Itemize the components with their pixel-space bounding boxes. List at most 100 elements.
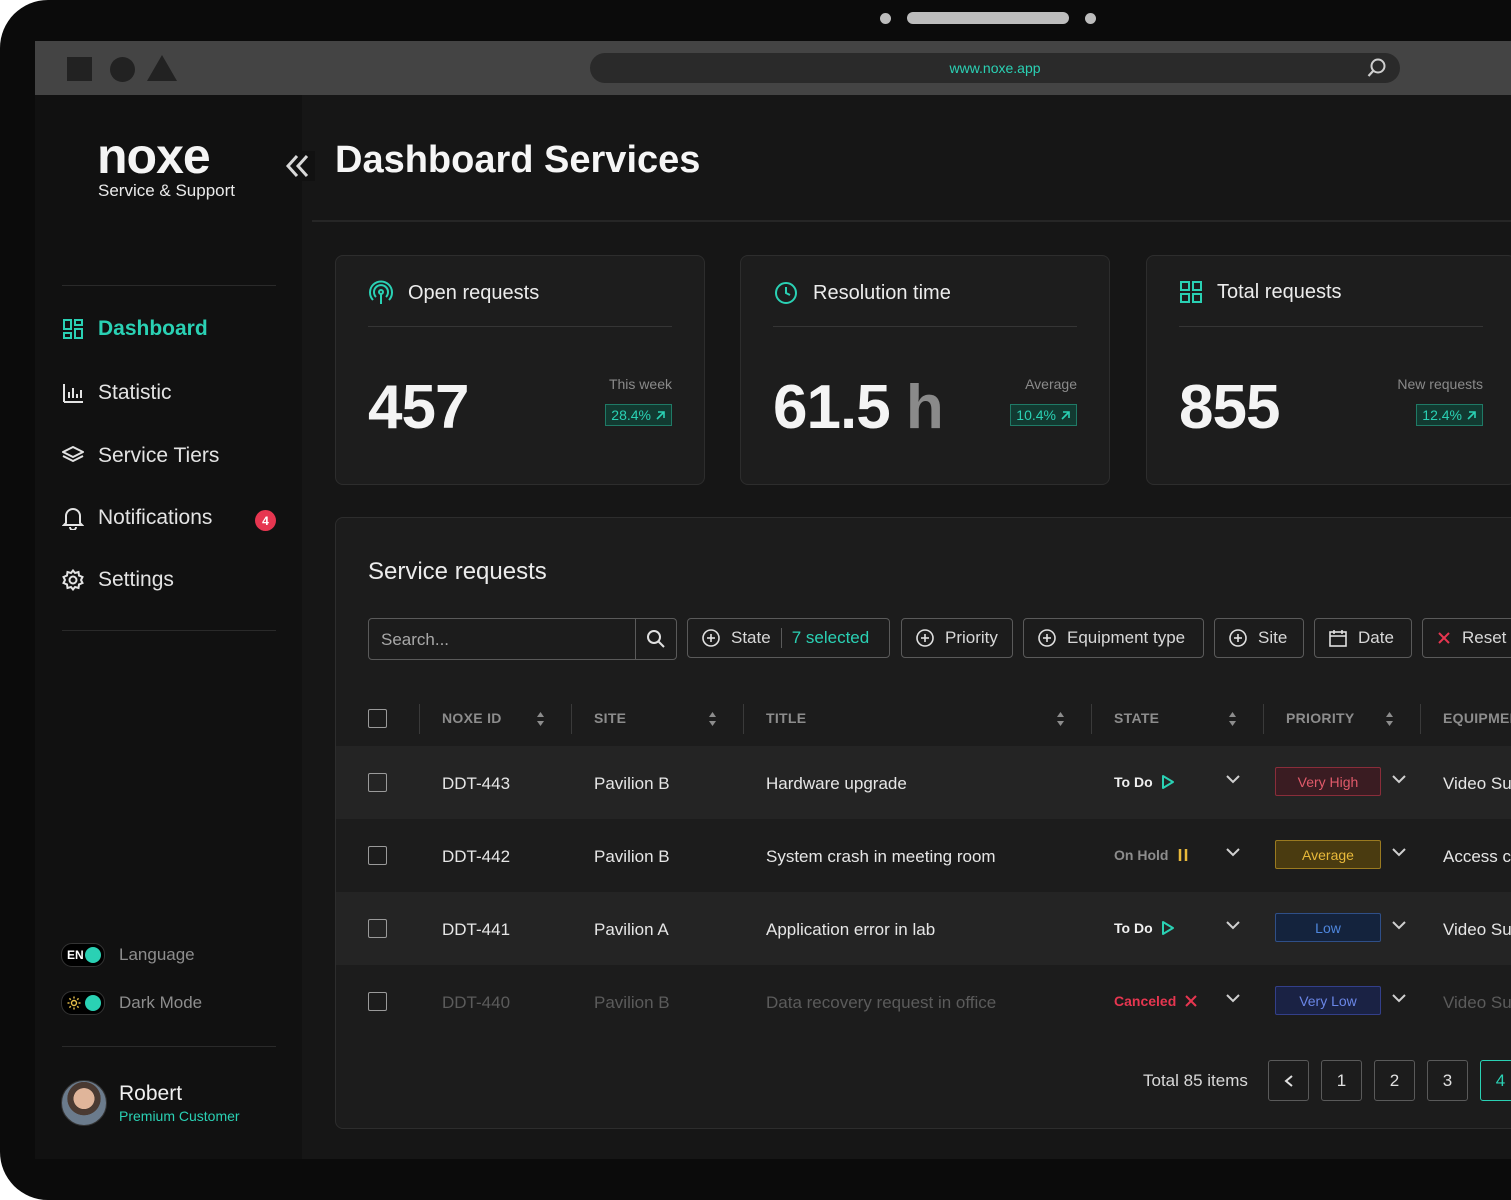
square-shape-icon — [67, 57, 92, 81]
column-separator — [419, 704, 420, 734]
page-button-2[interactable]: 2 — [1374, 1060, 1415, 1101]
arrow-up-right-icon — [1061, 410, 1070, 420]
cell-site: Pavilion B — [594, 993, 670, 1012]
column-header-priority[interactable]: PRIORITY — [1286, 710, 1355, 726]
chevron-down-icon[interactable] — [1225, 846, 1241, 858]
sort-icon[interactable] — [1385, 711, 1394, 727]
sort-icon[interactable] — [536, 711, 545, 727]
page-button-3[interactable]: 3 — [1427, 1060, 1468, 1101]
cell-id: DDT-443 — [442, 774, 511, 793]
collapse-sidebar-button[interactable] — [281, 151, 315, 181]
site-filter[interactable]: Site — [1214, 618, 1304, 658]
state-filter[interactable]: State 7 selected — [687, 618, 890, 658]
table-row[interactable]: DDT-441 Pavilion A Application error in … — [336, 892, 1511, 965]
play-icon — [1161, 775, 1174, 789]
card-value: 855 — [1179, 373, 1280, 442]
browser-bar: www.noxe.app — [35, 41, 1511, 95]
search-icon[interactable] — [1366, 57, 1388, 79]
sidebar-item-label: Notifications — [98, 506, 213, 529]
brand-logo: noxe — [97, 128, 211, 184]
card-meta: This week 28.4% — [605, 376, 672, 426]
sort-icon[interactable] — [1056, 711, 1065, 727]
reset-filters-button[interactable]: Reset — [1422, 618, 1511, 658]
row-checkbox[interactable] — [368, 919, 387, 938]
filter-label: Site — [1258, 628, 1288, 647]
sidebar-item-label: Settings — [98, 568, 174, 591]
cell-id: DDT-440 — [442, 993, 511, 1012]
sidebar-divider — [62, 630, 276, 631]
toggle-knob — [85, 947, 101, 963]
user-profile[interactable]: Robert Premium Customer — [61, 1080, 240, 1126]
screen: www.noxe.app noxe Service & Support Dash… — [35, 41, 1511, 1159]
chevron-down-icon[interactable] — [1391, 919, 1407, 931]
camera-notch — [880, 12, 1096, 24]
sidebar-divider — [62, 1046, 276, 1047]
double-chevron-left-icon — [285, 154, 309, 178]
column-header-equipment[interactable]: EQUIPMEN — [1443, 710, 1511, 726]
row-checkbox[interactable] — [368, 773, 387, 792]
column-separator — [571, 704, 572, 734]
search-input[interactable] — [369, 619, 643, 661]
sidebar-item-label: Service Tiers — [98, 444, 220, 467]
prev-page-button[interactable] — [1268, 1060, 1309, 1101]
cell-equipment: Video Su — [1443, 993, 1511, 1012]
filter-label: State — [731, 628, 771, 647]
row-checkbox[interactable] — [368, 846, 387, 865]
total-items: Total 85 items — [1143, 1071, 1248, 1090]
grid-icon — [63, 319, 83, 339]
sort-icon[interactable] — [1228, 711, 1237, 727]
chevron-down-icon[interactable] — [1225, 992, 1241, 1004]
stat-card-total-requests: Total requests 855 New requests 12.4% — [1146, 255, 1511, 485]
column-header-noxe-id[interactable]: NOXE ID — [442, 710, 502, 726]
address-bar[interactable]: www.noxe.app — [590, 53, 1400, 83]
cell-state: Canceled — [1114, 993, 1198, 1009]
dark-mode-toggle-row: Dark Mode — [61, 991, 202, 1015]
column-header-state[interactable]: STATE — [1114, 710, 1159, 726]
column-separator — [743, 704, 744, 734]
search-button[interactable] — [635, 619, 676, 659]
plus-circle-icon — [916, 629, 934, 647]
dark-mode-label: Dark Mode — [119, 993, 203, 1012]
chevron-down-icon[interactable] — [1225, 919, 1241, 931]
table-row[interactable]: DDT-443 Pavilion B Hardware upgrade To D… — [336, 746, 1511, 819]
priority-filter[interactable]: Priority — [901, 618, 1013, 658]
filter-selected-count: 7 selected — [791, 628, 870, 647]
card-title: Open requests — [408, 281, 540, 304]
sidebar-item-notifications[interactable]: Notifications — [62, 506, 212, 530]
filter-label: Reset — [1462, 628, 1507, 647]
chevron-down-icon[interactable] — [1391, 846, 1407, 858]
page-button-1[interactable]: 1 — [1321, 1060, 1362, 1101]
column-header-title[interactable]: TITLE — [766, 710, 806, 726]
table-row[interactable]: DDT-440 Pavilion B Data recovery request… — [336, 965, 1511, 1038]
select-all-checkbox[interactable] — [368, 709, 387, 728]
service-requests-panel: Service requests State 7 selected Priori… — [335, 517, 1511, 1129]
table-row[interactable]: DDT-442 Pavilion B System crash in meeti… — [336, 819, 1511, 892]
filter-label: Date — [1358, 628, 1394, 647]
chevron-down-icon[interactable] — [1391, 992, 1407, 1004]
page-button-4[interactable]: 4 — [1480, 1060, 1511, 1101]
sidebar-item-dashboard[interactable]: Dashboard — [62, 317, 208, 341]
card-divider — [368, 326, 672, 327]
column-header-site[interactable]: SITE — [594, 710, 626, 726]
sort-icon[interactable] — [708, 711, 717, 727]
sidebar-item-label: Statistic — [98, 381, 172, 404]
chevron-down-icon[interactable] — [1225, 773, 1241, 785]
chevron-down-icon[interactable] — [1391, 773, 1407, 785]
sidebar-item-label: Dashboard — [98, 317, 208, 340]
triangle-shape-icon — [147, 55, 177, 81]
url-text: www.noxe.app — [949, 60, 1041, 76]
date-filter[interactable]: Date — [1314, 618, 1412, 658]
dark-mode-toggle[interactable] — [61, 991, 105, 1015]
sidebar-item-settings[interactable]: Settings — [62, 568, 174, 592]
row-checkbox[interactable] — [368, 992, 387, 1011]
cell-title: Application error in lab — [766, 920, 936, 939]
language-toggle[interactable]: EN — [61, 943, 105, 967]
sidebar-item-service-tiers[interactable]: Service Tiers — [62, 444, 219, 468]
card-meta-label: Average — [1025, 376, 1077, 392]
bar-chart-icon — [63, 384, 83, 403]
equipment-type-filter[interactable]: Equipment type — [1023, 618, 1204, 658]
sidebar-item-statistic[interactable]: Statistic — [62, 381, 172, 405]
card-meta-label: New requests — [1397, 376, 1483, 392]
card-title: Resolution time — [813, 281, 951, 304]
avatar — [61, 1080, 107, 1126]
